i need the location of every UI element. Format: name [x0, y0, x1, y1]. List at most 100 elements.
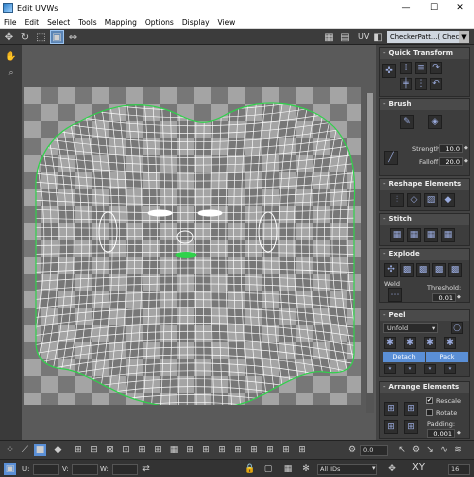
planar-angle-icon[interactable]: ⊞: [248, 444, 260, 456]
select-mat-icon[interactable]: ⊞: [232, 444, 244, 456]
texture-dropdown[interactable]: CheckerPatt...( Checker ): [387, 31, 459, 43]
align-v-icon[interactable]: ≡: [415, 62, 427, 74]
chevron-down-icon[interactable]: ▾: [372, 464, 376, 472]
menu-display[interactable]: Display: [178, 18, 214, 27]
spinner-arrows-icon[interactable]: ◆: [464, 157, 469, 166]
minimize-button[interactable]: —: [392, 0, 420, 16]
pack-normalize-icon[interactable]: ⊞: [384, 402, 398, 416]
brush-header[interactable]: - Brush: [380, 99, 469, 110]
pack-custom-icon[interactable]: ⊞: [404, 402, 418, 416]
polygon-mode-icon[interactable]: ■: [34, 444, 46, 456]
pan-icon[interactable]: ✋: [5, 51, 17, 63]
select-overlap-icon[interactable]: ⊞: [136, 444, 148, 456]
vertex-mode-icon[interactable]: ⁘: [4, 444, 16, 456]
padding-spinner[interactable]: 0.001: [427, 429, 455, 438]
edge-distance-icon[interactable]: ↖: [396, 444, 408, 456]
explode-header[interactable]: - Explode: [380, 249, 469, 260]
stitch-header[interactable]: - Stitch: [380, 214, 469, 225]
threshold-spinner[interactable]: 0.01: [432, 293, 456, 302]
limit-icon[interactable]: ≋: [452, 444, 464, 456]
curve-icon[interactable]: ∿: [438, 444, 450, 456]
w-field[interactable]: [112, 464, 138, 475]
filter-icon[interactable]: ▦: [282, 463, 294, 475]
pack-button[interactable]: Pack: [426, 352, 468, 362]
rotate-checkbox[interactable]: [426, 409, 433, 416]
pack-recursive-icon[interactable]: ⊞: [404, 420, 418, 434]
filter-selected-icon[interactable]: ▢: [262, 463, 274, 475]
settings-icon[interactable]: ⚙: [410, 444, 422, 456]
scroll-thumb[interactable]: [367, 93, 373, 393]
pin-icon[interactable]: ⋆: [384, 364, 396, 374]
peel-quick-icon[interactable]: ✱: [424, 337, 436, 349]
maximize-button[interactable]: ☐: [420, 0, 448, 16]
relax-cube-icon[interactable]: ◈: [428, 115, 442, 129]
select-inverted-icon[interactable]: ⊞: [152, 444, 164, 456]
rescale-checkbox[interactable]: ✔: [426, 397, 433, 404]
peel-reset-icon[interactable]: ✱: [404, 337, 416, 349]
chevron-down-icon[interactable]: ▾: [432, 324, 435, 332]
explode-material-icon[interactable]: ▩: [432, 263, 446, 277]
menu-select[interactable]: Select: [43, 18, 74, 27]
zoom-icon[interactable]: ⌕: [5, 67, 17, 79]
uv-mesh[interactable]: [24, 87, 361, 405]
select-by-sg-icon[interactable]: ⊞: [200, 444, 212, 456]
peel-pin-icon[interactable]: ✱: [384, 337, 396, 349]
element-mode-icon[interactable]: ◆: [52, 444, 64, 456]
menu-view[interactable]: View: [214, 18, 240, 27]
flatten-icon[interactable]: ◆: [441, 193, 455, 207]
zoom-field[interactable]: 16: [448, 464, 470, 475]
freeform-icon[interactable]: ▣: [50, 30, 64, 44]
chevron-down-icon[interactable]: ▼: [459, 31, 469, 43]
line-brush-icon[interactable]: ╱: [384, 151, 398, 165]
cube-icon[interactable]: ▨: [424, 193, 438, 207]
peel-mode-dropdown[interactable]: Unfold: [383, 323, 438, 333]
menu-tools[interactable]: Tools: [74, 18, 100, 27]
grid-icon[interactable]: ▤: [339, 31, 351, 43]
reshape-header[interactable]: - Reshape Elements: [380, 179, 469, 190]
align-icon[interactable]: ✜: [382, 64, 396, 78]
paint-select-icon[interactable]: ▦: [168, 444, 180, 456]
stitch-average-icon[interactable]: ▦: [424, 228, 438, 242]
ignore-backfacing-icon[interactable]: ⊞: [264, 444, 276, 456]
pin-edges-icon[interactable]: ⋆: [424, 364, 436, 374]
spinner-arrows-icon[interactable]: ◆: [464, 144, 469, 153]
material-id-dropdown[interactable]: All IDs: [317, 464, 377, 475]
sync-icon[interactable]: ⊞: [296, 444, 308, 456]
stitch-custom-icon[interactable]: ▦: [441, 228, 455, 242]
straighten-icon[interactable]: ⫶: [390, 193, 404, 207]
scale-icon[interactable]: ⬚: [35, 31, 47, 43]
strength-spinner[interactable]: 10.0: [439, 144, 463, 153]
circle-option-icon[interactable]: ○: [451, 322, 463, 334]
slide-icon[interactable]: ↘: [424, 444, 436, 456]
detach-button[interactable]: Detach: [383, 352, 425, 362]
falloff-spinner[interactable]: 20.0: [439, 157, 463, 166]
spinner-arrows-icon[interactable]: ◆: [457, 293, 462, 302]
move-icon[interactable]: ✥: [3, 31, 15, 43]
peel-options-icon[interactable]: ✱: [444, 337, 456, 349]
peel-header[interactable]: - Peel: [380, 310, 469, 321]
absolute-mode-icon[interactable]: ▣: [4, 463, 16, 475]
lock-pins-icon[interactable]: ⋆: [444, 364, 456, 374]
xy-label[interactable]: XY: [412, 462, 425, 473]
grow-icon[interactable]: ⊞: [72, 444, 84, 456]
explode-polygon-icon[interactable]: ▩: [448, 263, 462, 277]
align-center-icon[interactable]: ╪: [400, 78, 412, 90]
align-h-icon[interactable]: ⁞: [400, 62, 412, 74]
snowflake-icon[interactable]: ✻: [300, 463, 312, 475]
break-icon[interactable]: ✣: [384, 263, 398, 277]
rotate-cw-icon[interactable]: ↷: [430, 62, 442, 74]
pack-together-icon[interactable]: ⊞: [384, 420, 398, 434]
ring-icon[interactable]: ⊡: [120, 444, 132, 456]
vertical-scrollbar[interactable]: [366, 93, 374, 413]
soft-selection-icon[interactable]: ⚙: [346, 444, 358, 456]
select-element-icon[interactable]: ⊞: [184, 444, 196, 456]
unpin-icon[interactable]: ⋆: [404, 364, 416, 374]
explode-icon[interactable]: ▩: [400, 263, 414, 277]
space-icon[interactable]: ⋮: [415, 78, 427, 90]
transform-icon[interactable]: ⇄: [140, 463, 152, 475]
options-icon[interactable]: ◧: [372, 31, 384, 43]
close-button[interactable]: ✕: [446, 0, 474, 16]
stitch-target-icon[interactable]: ▦: [390, 228, 404, 242]
lock-icon[interactable]: 🔒: [244, 463, 256, 475]
menu-edit[interactable]: Edit: [21, 18, 44, 27]
